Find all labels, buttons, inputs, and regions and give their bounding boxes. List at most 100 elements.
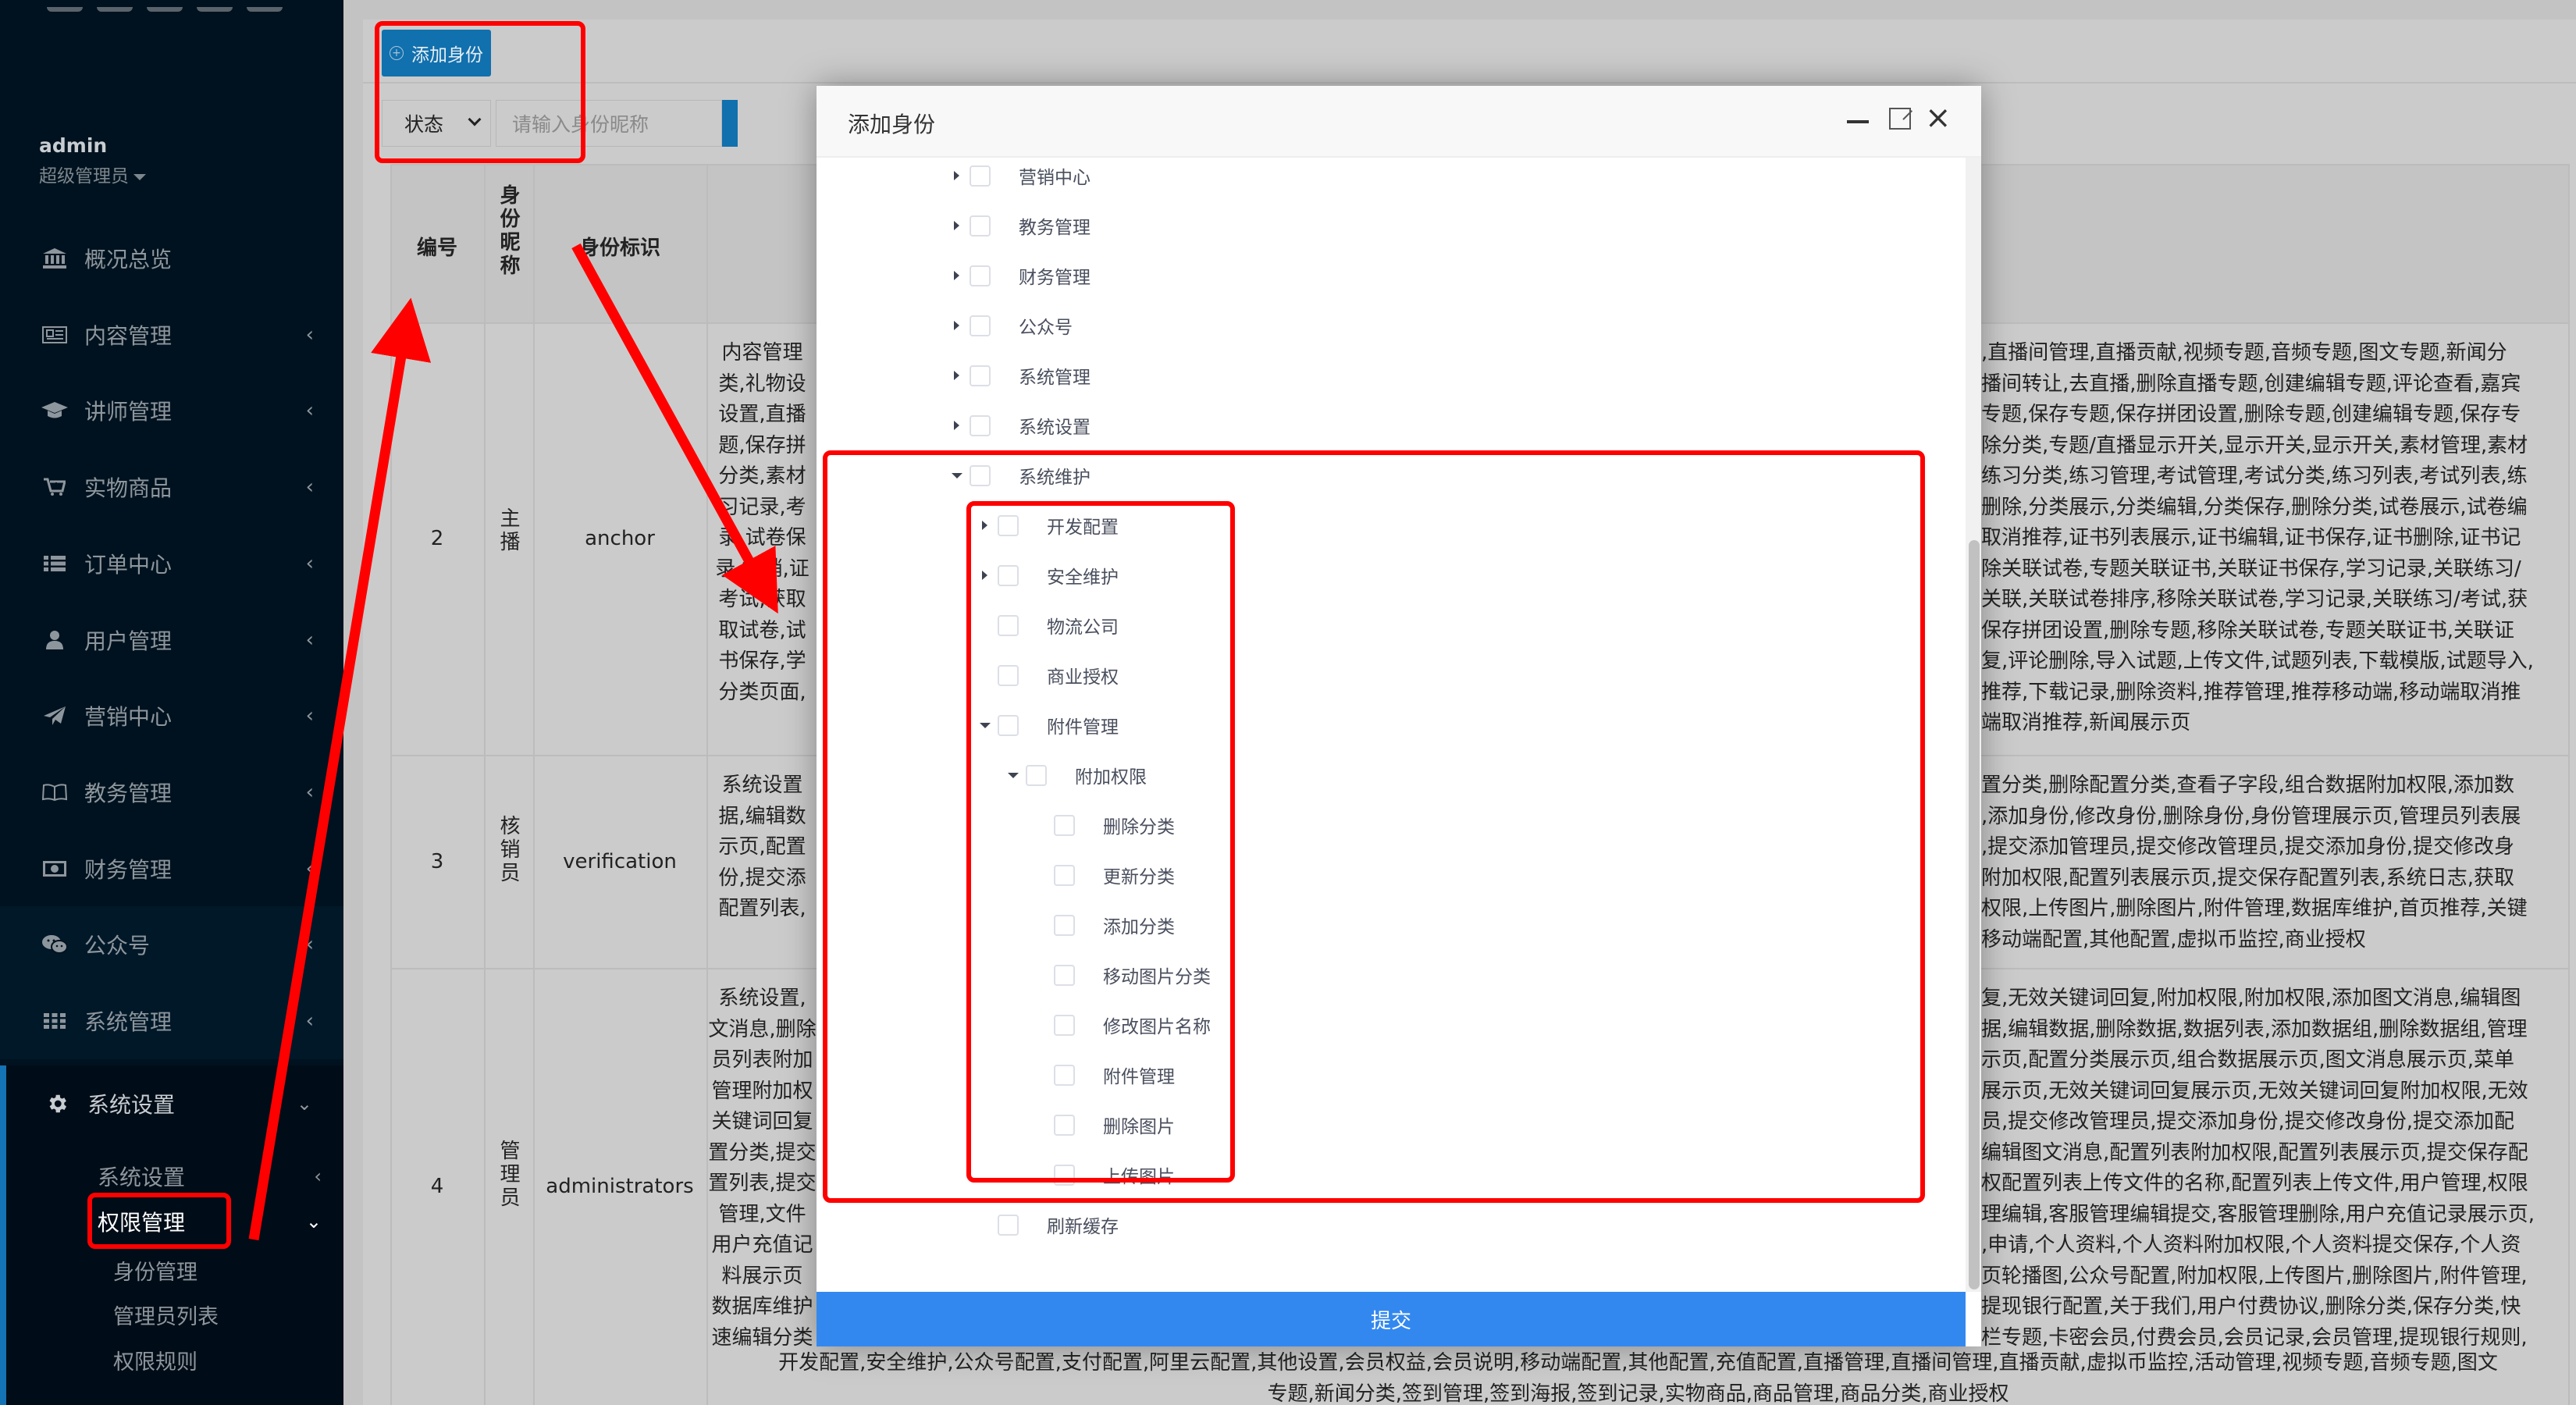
chevron-left-icon: ‹ xyxy=(305,780,314,804)
tree-node[interactable]: 教务管理 xyxy=(951,210,1091,241)
sidebar-item-label: 财务管理 xyxy=(84,856,173,883)
chevron-left-icon: ‹ xyxy=(305,628,314,652)
tree-checkbox[interactable] xyxy=(970,365,991,386)
user-name: admin xyxy=(39,134,108,157)
search-button[interactable] xyxy=(722,100,738,147)
annotation-box-sidebar-link xyxy=(87,1193,231,1249)
cell-rules-right: ,直播间管理,直播贡献,视频专题,音频专题,图文专题,新闻分 播间转让,去直播,… xyxy=(1981,341,2534,735)
sidebar-item-system-settings-group[interactable]: 系统设置 ⌄ xyxy=(0,1065,343,1142)
modal-title: 添加身份 xyxy=(848,112,936,137)
caret-right-icon[interactable] xyxy=(951,368,965,382)
chevron-left-icon: ‹ xyxy=(314,1165,322,1187)
cell-id: 2 xyxy=(430,527,444,550)
sidebar-link-identity-management[interactable]: 身份管理 xyxy=(113,1255,197,1286)
tree-node-label: 系统设置 xyxy=(1019,418,1091,438)
sidebar-link-permission-rules[interactable]: 权限规则 xyxy=(113,1345,197,1375)
sidebar-item-1[interactable]: 内容管理 ‹ xyxy=(0,297,343,373)
book-open-icon xyxy=(39,781,70,804)
scrollbar-thumb[interactable] xyxy=(1969,540,1980,1289)
chevron-left-icon: ‹ xyxy=(305,856,314,880)
sidebar-item-8[interactable]: 财务管理 ‹ xyxy=(0,831,343,907)
tree-checkbox[interactable] xyxy=(970,315,991,336)
tree-node-label: 系统管理 xyxy=(1019,368,1091,388)
tree-node[interactable]: 营销中心 xyxy=(951,160,1091,191)
chevron-left-icon: ‹ xyxy=(305,551,314,575)
sidebar-item-0[interactable]: 概况总览 xyxy=(0,220,343,297)
sidebar-item-label: 实物商品 xyxy=(84,475,173,502)
logo xyxy=(47,0,297,12)
sidebar-item-2[interactable]: 讲师管理 ‹ xyxy=(0,372,343,449)
sidebar-item-3[interactable]: 实物商品 ‹ xyxy=(0,449,343,525)
caret-right-icon[interactable] xyxy=(951,169,965,183)
chevron-left-icon: ‹ xyxy=(305,399,314,423)
cell-identifier: anchor xyxy=(585,527,655,550)
submit-button[interactable]: 提交 xyxy=(817,1292,1966,1346)
cell-nickname: 管理员 xyxy=(496,1140,520,1210)
column-divider xyxy=(533,164,535,1405)
annotation-box-toolbar xyxy=(375,21,585,163)
tree-checkbox[interactable] xyxy=(970,414,991,436)
tree-node[interactable]: 系统管理 xyxy=(951,360,1091,391)
sidebar-item-label: 概况总览 xyxy=(84,247,173,272)
sidebar-item-10[interactable]: 系统管理 ‹ xyxy=(0,983,343,1059)
tree-node[interactable]: 公众号 xyxy=(951,310,1073,341)
chevron-left-icon: ‹ xyxy=(305,933,314,957)
user-role-label: 超级管理员 xyxy=(39,166,129,187)
caret-right-icon[interactable] xyxy=(951,269,965,283)
gear-icon xyxy=(45,1092,69,1115)
cell-rules-right: 置分类,删除配置分类,查看子字段,组合数据附加权限,添加数 ,添加身份,修改身份… xyxy=(1981,774,2528,951)
tree-node-label: 财务管理 xyxy=(1019,268,1091,288)
cell-rules-line: 专题,新闻分类,签到管理,签到海报,签到记录,实物商品,商品管理,商品分类,商业… xyxy=(1267,1382,2009,1405)
column-divider xyxy=(484,164,486,1405)
column-divider xyxy=(390,164,392,1405)
sidebar-item-6[interactable]: 营销中心 ‹ xyxy=(0,678,343,754)
graduation-cap-icon xyxy=(39,399,70,422)
modal-scrollbar[interactable] xyxy=(1966,158,1981,1292)
close-icon[interactable]: × xyxy=(1925,100,1952,136)
cell-id: 4 xyxy=(430,1175,444,1198)
column-divider xyxy=(2568,164,2570,1405)
sidebar-item-9[interactable]: 公众号 ‹ xyxy=(0,906,343,984)
minimize-icon[interactable] xyxy=(1847,120,1869,123)
sidebar-item-label: 讲师管理 xyxy=(84,399,173,425)
sidebar-item-label: 用户管理 xyxy=(84,628,173,654)
chevron-down-icon: ⌄ xyxy=(305,1211,322,1232)
cart-plus-icon xyxy=(39,475,70,499)
chevron-left-icon: ‹ xyxy=(305,1009,314,1033)
sidebar-item-4[interactable]: 订单中心 ‹ xyxy=(0,525,343,602)
caret-down-icon xyxy=(133,173,146,180)
tree-node[interactable]: 刷新缓存 xyxy=(979,1209,1119,1240)
tree-checkbox[interactable] xyxy=(970,265,991,286)
sidebar-item-5[interactable]: 用户管理 ‹ xyxy=(0,602,343,678)
user-role-dropdown[interactable]: 超级管理员 xyxy=(39,161,146,187)
maximize-icon[interactable] xyxy=(1889,108,1911,130)
caret-right-icon[interactable] xyxy=(951,418,965,432)
submit-label: 提交 xyxy=(1370,1309,1411,1333)
sidebar-item-7[interactable]: 教务管理 ‹ xyxy=(0,754,343,831)
tree-node[interactable]: 财务管理 xyxy=(951,260,1091,291)
tree-checkbox[interactable] xyxy=(970,215,991,237)
caret-right-icon[interactable] xyxy=(951,219,965,233)
tree-node-label: 公众号 xyxy=(1019,318,1073,338)
grid-icon xyxy=(39,1009,70,1033)
cell-rules-left: 系统设置, 文消息,删除 员列表附加 管理附加权 关键词回复 置分类,提交 置列… xyxy=(708,987,817,1350)
tree-node[interactable]: 系统设置 xyxy=(951,410,1091,441)
chevron-left-icon: ‹ xyxy=(305,704,314,728)
divider xyxy=(363,82,2576,84)
chevron-left-icon: ‹ xyxy=(305,322,314,347)
tree-checkbox[interactable] xyxy=(970,165,991,187)
column-header-nickname: 身份昵称 xyxy=(496,184,520,278)
caret-right-icon[interactable] xyxy=(951,318,965,333)
cell-nickname: 主播 xyxy=(496,507,520,554)
sidebar-item-label: 营销中心 xyxy=(84,704,173,731)
sidebar-item-label: 内容管理 xyxy=(84,322,173,349)
cell-id: 3 xyxy=(430,849,444,873)
sidebar-link-admin-list[interactable]: 管理员列表 xyxy=(113,1300,219,1330)
tree-checkbox[interactable] xyxy=(998,1214,1019,1236)
paper-plane-icon xyxy=(39,704,70,727)
tree-node-label: 营销中心 xyxy=(1019,168,1091,188)
sidebar-item-label: 教务管理 xyxy=(84,780,173,806)
money-bill-icon xyxy=(39,857,70,880)
cell-rules-left: 系统设置 据,编辑数 示页,配置 份,提交添 配置列表, xyxy=(718,774,806,920)
